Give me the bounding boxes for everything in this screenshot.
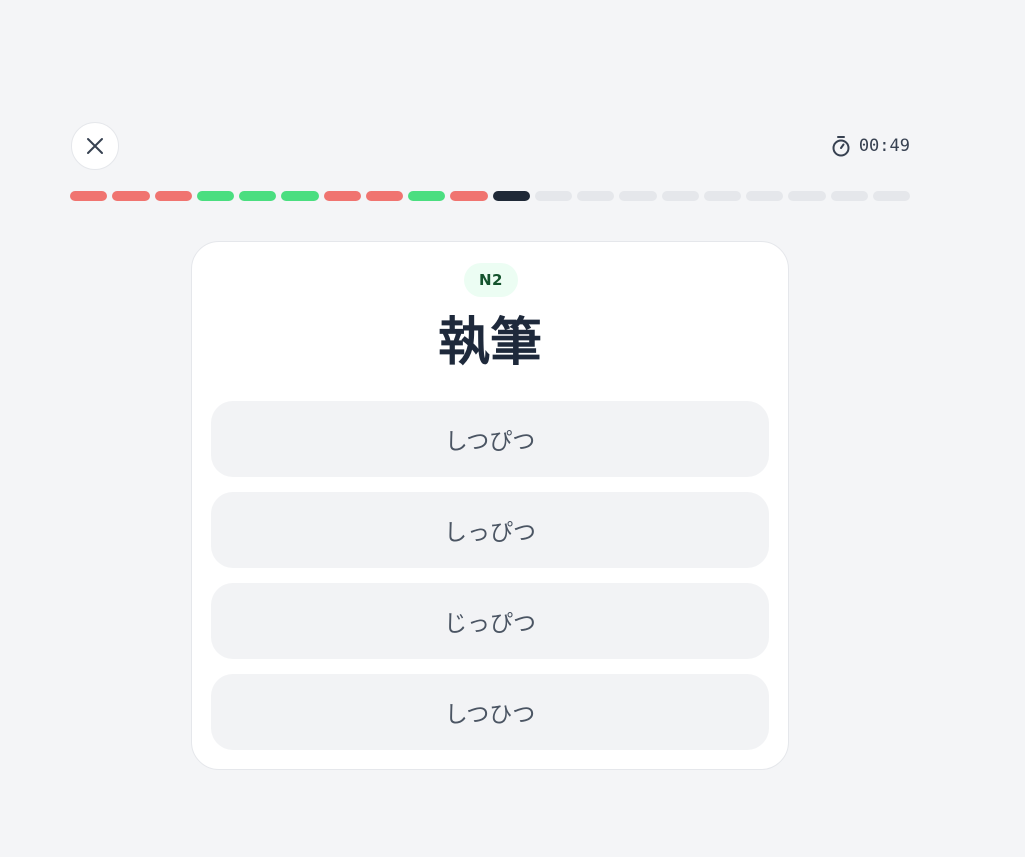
level-badge: N2 [464,263,518,297]
progress-segment-pending [703,191,741,201]
progress-segment-pending [534,191,572,201]
close-button[interactable] [71,122,119,170]
progress-segment-correct [196,191,234,201]
progress-segment-correct [408,191,446,201]
progress-segment-wrong [323,191,361,201]
progress-segment-wrong [450,191,488,201]
progress-segment-wrong [365,191,403,201]
progress-segment-pending [577,191,615,201]
stopwatch-icon [832,136,850,157]
answer-option[interactable]: じっぴつ [211,583,769,659]
progress-segment-current [492,191,530,201]
progress-segment-wrong [154,191,192,201]
progress-segment-pending [788,191,826,201]
progress-segment-pending [830,191,868,201]
progress-segment-correct [281,191,319,201]
timer-value: 00:49 [858,136,910,156]
progress-segment-pending [746,191,784,201]
question-kanji: 執筆 [437,313,542,373]
answer-options: しつぴつ しっぴつ じっぴつ しつひつ [211,401,769,750]
progress-segment-wrong [70,191,108,201]
progress-segment-wrong [112,191,150,201]
progress-segment-pending [619,191,657,201]
question-card: N2 執筆 しつぴつ しっぴつ じっぴつ しつひつ [191,241,789,770]
progress-segment-pending [661,191,699,201]
answer-option[interactable]: しっぴつ [211,492,769,568]
answer-option[interactable]: しつひつ [211,674,769,750]
progress-bar [70,191,910,201]
timer: 00:49 [831,134,910,158]
progress-segment-pending [872,191,910,201]
close-icon [87,138,103,154]
progress-segment-correct [239,191,277,201]
answer-option[interactable]: しつぴつ [211,401,769,477]
